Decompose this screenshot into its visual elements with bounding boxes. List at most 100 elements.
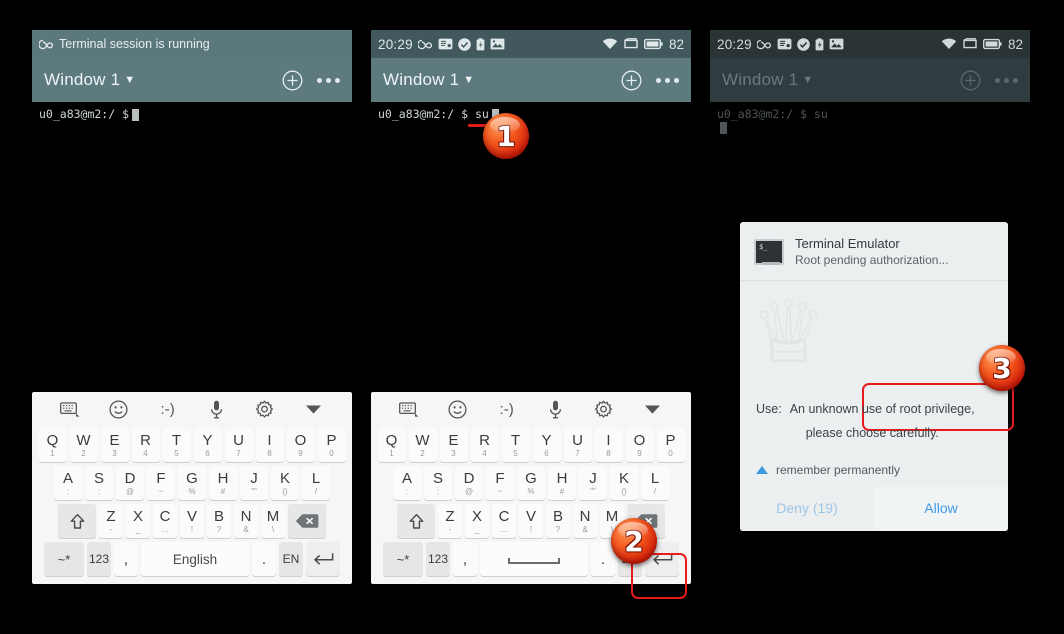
space-key[interactable]: English	[141, 542, 249, 576]
key-o[interactable]: O9	[286, 428, 315, 462]
emoticon-icon[interactable]: :-)	[153, 396, 183, 422]
key-d[interactable]: D @	[455, 466, 483, 500]
comma-key[interactable]: ,	[114, 542, 138, 576]
plus-circle-icon[interactable]	[960, 70, 981, 91]
window-selector-3[interactable]: Window 1 ▼	[722, 70, 813, 90]
key-y[interactable]: Y6	[532, 428, 561, 462]
key-main: E	[109, 431, 120, 449]
shift-key[interactable]	[58, 504, 96, 538]
key-c[interactable]: C...	[492, 504, 516, 538]
more-options-icon[interactable]	[317, 77, 340, 83]
key-f[interactable]: F ~	[147, 466, 175, 500]
key-main: I	[267, 431, 272, 449]
key-x[interactable]: X _	[465, 504, 489, 538]
window-selector-1[interactable]: Window 1 ▼	[44, 70, 135, 90]
key-l[interactable]: L /	[302, 466, 330, 500]
emoji-icon[interactable]	[104, 396, 134, 422]
key-d[interactable]: D @	[116, 466, 144, 500]
enter-key[interactable]	[306, 542, 340, 576]
microphone-icon[interactable]	[540, 396, 570, 422]
comma-key[interactable]: ,	[453, 542, 477, 576]
key-sub: 6	[205, 448, 210, 458]
terminal-output-1[interactable]: u0_a83@m2:/ $	[32, 102, 352, 140]
key-t[interactable]: T5	[162, 428, 191, 462]
key-e[interactable]: E3	[100, 428, 129, 462]
key-a[interactable]: A:	[393, 466, 421, 500]
key-y[interactable]: Y6	[193, 428, 222, 462]
key-m[interactable]: M \	[261, 504, 285, 538]
symbols-key[interactable]: ~*	[44, 542, 84, 576]
key-j[interactable]: J ""	[240, 466, 268, 500]
backspace-key[interactable]	[288, 504, 326, 538]
emoticon-icon[interactable]: :-)	[492, 396, 522, 422]
deny-button[interactable]: Deny (19)	[740, 487, 874, 531]
key-r[interactable]: R4	[470, 428, 499, 462]
key-k[interactable]: K()	[271, 466, 299, 500]
collapse-icon[interactable]	[299, 396, 329, 422]
key-u[interactable]: U7	[224, 428, 253, 462]
key-n[interactable]: N &	[234, 504, 258, 538]
key-i[interactable]: I8	[255, 428, 284, 462]
key-o[interactable]: O9	[625, 428, 654, 462]
key-p[interactable]: P0	[317, 428, 346, 462]
key-g[interactable]: G%	[178, 466, 206, 500]
key-i[interactable]: I8	[594, 428, 623, 462]
key-c[interactable]: C...	[153, 504, 177, 538]
key-b[interactable]: B?	[546, 504, 570, 538]
terminal-cursor	[132, 108, 140, 121]
key-w[interactable]: W2	[69, 428, 98, 462]
more-options-icon[interactable]	[656, 77, 679, 83]
key-s[interactable]: S;	[85, 466, 113, 500]
key-l[interactable]: L /	[641, 466, 669, 500]
key-main: R	[479, 431, 490, 449]
key-v[interactable]: V!	[519, 504, 543, 538]
key-t[interactable]: T5	[501, 428, 530, 462]
key-s[interactable]: S;	[424, 466, 452, 500]
key-h[interactable]: H #	[209, 466, 237, 500]
key-p[interactable]: P0	[656, 428, 685, 462]
key-r[interactable]: R4	[131, 428, 160, 462]
microphone-icon[interactable]	[201, 396, 231, 422]
terminal-output-2[interactable]: u0_a83@m2:/ $ su	[371, 102, 691, 140]
allow-button[interactable]: Allow	[874, 487, 1008, 531]
remember-permanently-row[interactable]: remember permanently	[740, 451, 1008, 487]
key-main: N	[240, 507, 252, 525]
key-n[interactable]: N &	[573, 504, 597, 538]
key-z[interactable]: Z-	[99, 504, 123, 538]
key-a[interactable]: A:	[54, 466, 82, 500]
emoji-icon[interactable]	[443, 396, 473, 422]
key-q[interactable]: Q1	[38, 428, 67, 462]
key-w[interactable]: W2	[408, 428, 437, 462]
window-selector-2[interactable]: Window 1 ▼	[383, 70, 474, 90]
collapse-icon[interactable]	[638, 396, 668, 422]
numbers-key[interactable]: 123	[87, 542, 111, 576]
period-key[interactable]: .	[252, 542, 276, 576]
key-f[interactable]: F ~	[486, 466, 514, 500]
language-key[interactable]: EN	[279, 542, 303, 576]
space-key[interactable]	[480, 542, 588, 576]
more-options-icon[interactable]	[995, 77, 1018, 83]
plus-circle-icon[interactable]	[282, 70, 303, 91]
settings-icon[interactable]	[250, 396, 280, 422]
key-h[interactable]: H #	[548, 466, 576, 500]
terminal-output-3[interactable]: u0_a83@m2:/ $ su	[710, 102, 1030, 140]
keyboard-icon[interactable]	[394, 396, 424, 422]
key-e[interactable]: E3	[439, 428, 468, 462]
key-v[interactable]: V!	[180, 504, 204, 538]
key-x[interactable]: X _	[126, 504, 150, 538]
screenshot-root: Terminal session is running Window 1 ▼ u0…	[0, 0, 1064, 634]
key-b[interactable]: B?	[207, 504, 231, 538]
symbols-key[interactable]: ~*	[383, 542, 423, 576]
numbers-key[interactable]: 123	[426, 542, 450, 576]
key-g[interactable]: G%	[517, 466, 545, 500]
key-q[interactable]: Q1	[377, 428, 406, 462]
shift-key[interactable]	[397, 504, 435, 538]
settings-icon[interactable]	[589, 396, 619, 422]
plus-circle-icon[interactable]	[621, 70, 642, 91]
key-k[interactable]: K()	[610, 466, 638, 500]
key-j[interactable]: J ""	[579, 466, 607, 500]
keyboard-icon[interactable]	[55, 396, 85, 422]
key-u[interactable]: U7	[563, 428, 592, 462]
sim-icon	[963, 38, 977, 50]
key-z[interactable]: Z-	[438, 504, 462, 538]
